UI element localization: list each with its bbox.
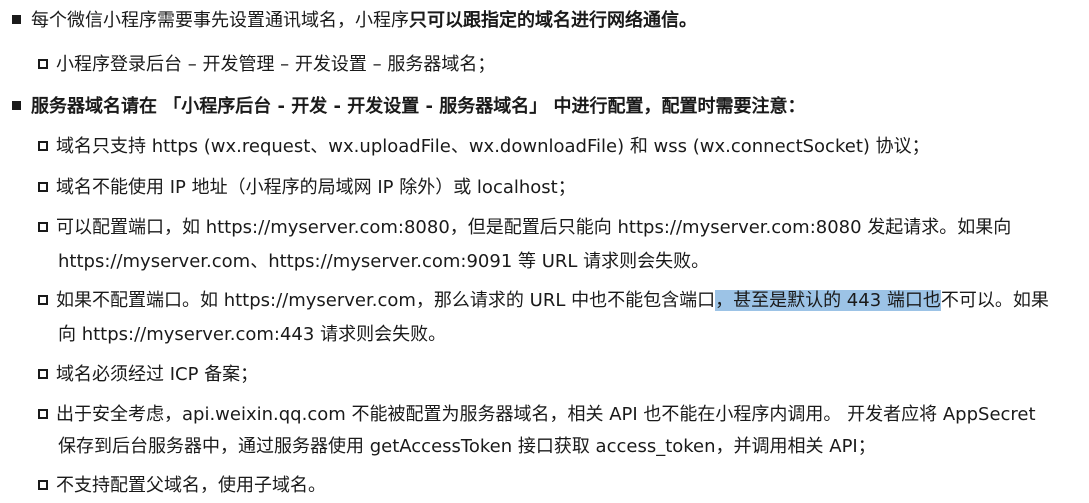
document-body: 每个微信小程序需要事先设置通讯域名，小程序只可以跟指定的域名进行网络通信。 小程…: [0, 0, 1089, 499]
list-item-continuation: https://myserver.com、https://myserver.co…: [58, 251, 710, 272]
section1-prefix: 每个微信小程序需要事先设置通讯域名，小程序: [31, 10, 409, 31]
hollow-square-bullet-icon: [38, 59, 48, 69]
list-item-text: 域名必须经过 ICP 备案；: [56, 364, 259, 385]
list-item: 不支持配置父域名，使用子域名。: [38, 468, 326, 503]
list-item-text: 出于安全考虑，api.weixin.qq.com 不能被配置为服务器域名，相关 …: [56, 404, 1036, 425]
square-bullet-icon: [12, 15, 21, 24]
list-item: 域名必须经过 ICP 备案；: [38, 357, 258, 392]
list-item: 如果不配置端口。如 https://myserver.com，那么请求的 URL…: [38, 283, 1049, 318]
section2-heading: 服务器域名请在 「小程序后台 - 开发 - 开发设置 - 服务器域名」 中进行配…: [31, 96, 806, 117]
list-item: 出于安全考虑，api.weixin.qq.com 不能被配置为服务器域名，相关 …: [38, 397, 1036, 432]
highlighted-selection: ，甚至是默认的 443 端口也: [715, 290, 941, 311]
list-item-continuation: 保存到后台服务器中，通过服务器使用 getAccessToken 接口获取 ac…: [58, 436, 876, 457]
list-item-continuation: 向 https://myserver.com:443 请求则会失败。: [58, 324, 447, 345]
list-item-text: 域名只支持 https (wx.request、wx.uploadFile、wx…: [56, 136, 930, 157]
hollow-square-bullet-icon: [38, 182, 48, 192]
hollow-square-bullet-icon: [38, 141, 48, 151]
list-item-text: 域名不能使用 IP 地址（小程序的局域网 IP 除外）或 localhost；: [56, 177, 576, 198]
section1-sub-text: 小程序登录后台 – 开发管理 – 开发设置 – 服务器域名；: [56, 54, 496, 75]
hollow-square-bullet-icon: [38, 409, 48, 419]
section1-bullet-line: 每个微信小程序需要事先设置通讯域名，小程序只可以跟指定的域名进行网络通信。: [12, 8, 697, 34]
section1-sub-item: 小程序登录后台 – 开发管理 – 开发设置 – 服务器域名；: [38, 47, 495, 82]
list-item: 域名只支持 https (wx.request、wx.uploadFile、wx…: [38, 129, 930, 164]
hollow-square-bullet-icon: [38, 295, 48, 305]
list-item-text: 可以配置端口，如 https://myserver.com:8080，但是配置后…: [56, 217, 1012, 238]
list-item-text: 不支持配置父域名，使用子域名。: [56, 475, 326, 496]
hollow-square-bullet-icon: [38, 222, 48, 232]
section2-bullet-line: 服务器域名请在 「小程序后台 - 开发 - 开发设置 - 服务器域名」 中进行配…: [12, 94, 806, 120]
square-bullet-icon: [12, 101, 21, 110]
hollow-square-bullet-icon: [38, 480, 48, 490]
section1-bold-text: 只可以跟指定的域名进行网络通信。: [409, 10, 697, 31]
list-item-text-tail: 不可以。如果: [940, 290, 1049, 311]
list-item: 域名不能使用 IP 地址（小程序的局域网 IP 除外）或 localhost；: [38, 170, 576, 205]
list-item: 可以配置端口，如 https://myserver.com:8080，但是配置后…: [38, 210, 1011, 245]
list-item-text: 如果不配置端口。如 https://myserver.com，那么请求的 URL…: [56, 290, 716, 311]
hollow-square-bullet-icon: [38, 369, 48, 379]
